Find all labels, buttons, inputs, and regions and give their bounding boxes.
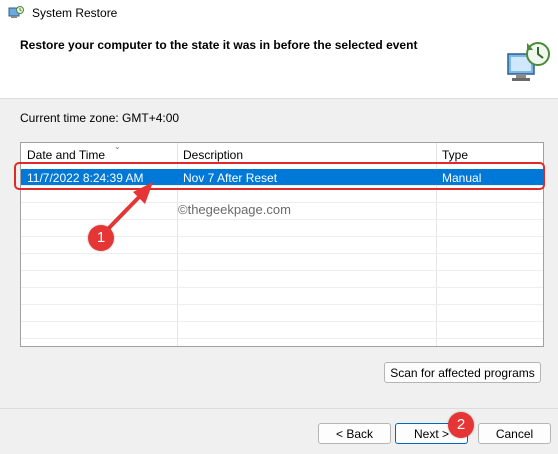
empty-row xyxy=(21,322,543,339)
timezone-label: Current time zone: GMT+4:00 xyxy=(20,111,180,125)
column-header-description[interactable]: Description xyxy=(183,148,243,162)
annotation-highlight-box xyxy=(14,162,545,190)
list-header: ⌄ Date and Time Description Type xyxy=(21,143,543,164)
empty-row xyxy=(21,254,543,271)
system-restore-icon xyxy=(8,6,24,18)
cancel-button[interactable]: Cancel xyxy=(478,423,551,444)
column-header-type[interactable]: Type xyxy=(442,148,468,162)
step-badge-2: 2 xyxy=(448,412,474,438)
column-header-date[interactable]: Date and Time xyxy=(27,148,105,162)
watermark: ©thegeekpage.com xyxy=(178,202,291,217)
back-button[interactable]: < Back xyxy=(318,423,391,444)
page-heading: Restore your computer to the state it wa… xyxy=(20,38,418,52)
wizard-header: Restore your computer to the state it wa… xyxy=(0,26,558,99)
empty-row xyxy=(21,288,543,305)
empty-row xyxy=(21,271,543,288)
footer-divider xyxy=(0,408,558,409)
scan-affected-programs-button[interactable]: Scan for affected programs xyxy=(384,362,541,383)
step-badge-1: 1 xyxy=(88,225,114,251)
system-restore-large-icon xyxy=(507,42,550,81)
sort-chevron-icon: ⌄ xyxy=(114,142,121,151)
window-title: System Restore xyxy=(32,6,118,20)
empty-row xyxy=(21,305,543,322)
title-bar: System Restore xyxy=(0,0,558,26)
